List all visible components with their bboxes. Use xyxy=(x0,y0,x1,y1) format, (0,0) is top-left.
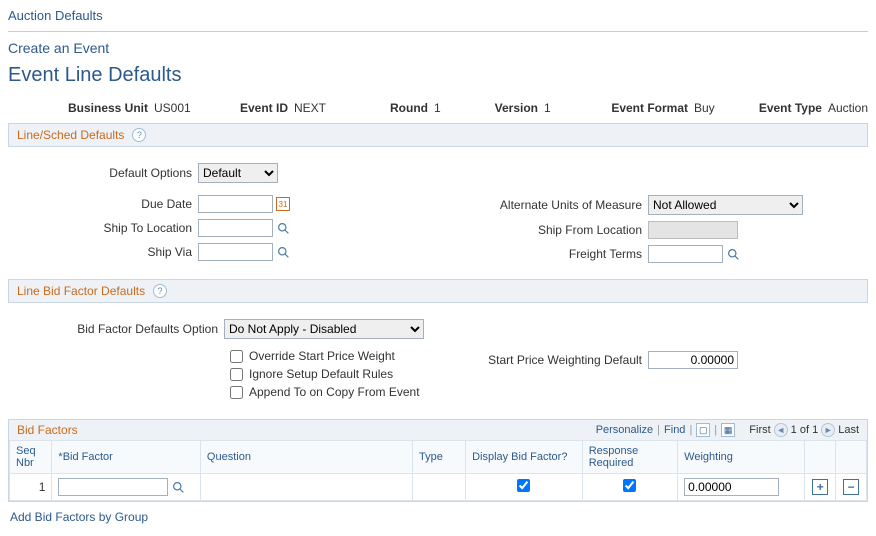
default-options-select[interactable]: Default xyxy=(198,163,278,183)
event-type-label: Event Type xyxy=(738,101,822,115)
alt-uom-label: Alternate Units of Measure xyxy=(438,198,648,212)
freight-terms-input[interactable] xyxy=(648,245,723,263)
line-sched-defaults-header: Line/Sched Defaults ? xyxy=(8,123,868,147)
display-bid-checkbox[interactable] xyxy=(517,479,530,492)
ignore-setup-checkbox[interactable] xyxy=(230,368,243,381)
grid-view-icon[interactable]: ▦ xyxy=(721,423,735,437)
col-add xyxy=(805,441,836,474)
lookup-icon[interactable] xyxy=(726,247,740,261)
round-label: Round xyxy=(348,101,428,115)
add-bid-factors-group-link[interactable]: Add Bid Factors by Group xyxy=(10,510,148,524)
freight-terms-label: Freight Terms xyxy=(438,247,648,261)
append-copy-label: Append To on Copy From Event xyxy=(249,385,420,399)
business-unit-value: US001 xyxy=(148,101,191,115)
start-price-weight-input xyxy=(648,351,738,369)
add-row-button[interactable]: + xyxy=(812,479,828,495)
personalize-link[interactable]: Personalize xyxy=(596,424,653,436)
help-icon[interactable]: ? xyxy=(132,128,146,142)
round-value: 1 xyxy=(428,101,441,115)
ship-from-label: Ship From Location xyxy=(438,223,648,237)
line-sched-defaults-title: Line/Sched Defaults xyxy=(17,128,124,142)
bid-factor-opt-label: Bid Factor Defaults Option xyxy=(14,322,224,336)
ship-to-input[interactable] xyxy=(198,219,273,237)
prev-button[interactable]: ◄ xyxy=(774,423,788,437)
col-display[interactable]: Display Bid Factor? xyxy=(466,441,583,474)
event-format-label: Event Format xyxy=(568,101,688,115)
divider xyxy=(8,31,868,32)
alt-uom-select[interactable]: Not Allowed xyxy=(648,195,803,215)
start-price-weight-label: Start Price Weighting Default xyxy=(438,353,648,367)
bid-factors-title: Bid Factors xyxy=(17,423,78,437)
event-format-value: Buy xyxy=(688,101,715,115)
bid-factors-grid: Bid Factors Personalize | Find | ▢ | ▦ F… xyxy=(8,419,868,502)
help-icon[interactable]: ? xyxy=(153,284,167,298)
weighting-input[interactable] xyxy=(684,478,779,496)
bid-factor-opt-select[interactable]: Do Not Apply - Disabled xyxy=(224,319,424,339)
bid-factor-input[interactable] xyxy=(58,478,168,496)
override-start-price-label: Override Start Price Weight xyxy=(249,349,395,363)
cell-question xyxy=(200,474,412,501)
zoom-icon[interactable]: ▢ xyxy=(696,423,710,437)
breadcrumb: Auction Defaults xyxy=(8,4,868,27)
version-label: Version xyxy=(458,101,538,115)
due-date-label: Due Date xyxy=(14,197,198,211)
ignore-setup-label: Ignore Setup Default Rules xyxy=(249,367,393,381)
response-required-checkbox[interactable] xyxy=(623,479,636,492)
col-question[interactable]: Question xyxy=(200,441,412,474)
lookup-icon[interactable] xyxy=(276,245,290,259)
lookup-icon[interactable] xyxy=(276,221,290,235)
event-type-value: Auction xyxy=(822,101,868,115)
cell-type xyxy=(413,474,466,501)
event-info-row: Business Unit US001 Event ID NEXT Round … xyxy=(8,97,868,123)
col-response[interactable]: Response Required xyxy=(582,441,677,474)
version-value: 1 xyxy=(538,101,551,115)
find-link[interactable]: Find xyxy=(664,424,685,436)
next-button[interactable]: ► xyxy=(821,423,835,437)
cell-seq: 1 xyxy=(10,474,52,501)
line-bid-factor-header: Line Bid Factor Defaults ? xyxy=(8,279,868,303)
ship-to-label: Ship To Location xyxy=(14,221,198,235)
page-title: Event Line Defaults xyxy=(8,62,868,97)
col-type[interactable]: Type xyxy=(413,441,466,474)
calendar-icon[interactable]: 31 xyxy=(276,197,290,211)
append-copy-checkbox[interactable] xyxy=(230,386,243,399)
override-start-price-checkbox[interactable] xyxy=(230,350,243,363)
col-delete xyxy=(836,441,867,474)
due-date-input[interactable] xyxy=(198,195,273,213)
default-options-label: Default Options xyxy=(14,166,198,180)
ship-from-readonly xyxy=(648,221,738,239)
col-weighting[interactable]: Weighting xyxy=(678,441,805,474)
col-seq[interactable]: Seq Nbr xyxy=(10,441,52,474)
business-unit-label: Business Unit xyxy=(8,101,148,115)
table-row: 1 + − xyxy=(10,474,867,501)
last-label: Last xyxy=(838,424,859,436)
grid-counter: 1 of 1 xyxy=(791,424,819,436)
first-label: First xyxy=(749,424,770,436)
lookup-icon[interactable] xyxy=(171,480,185,494)
col-bid-factor[interactable]: *Bid Factor xyxy=(52,441,200,474)
event-id-value: NEXT xyxy=(288,101,326,115)
ship-via-label: Ship Via xyxy=(14,245,198,259)
line-bid-factor-title: Line Bid Factor Defaults xyxy=(17,284,145,298)
create-event-link[interactable]: Create an Event xyxy=(8,40,109,56)
ship-via-input[interactable] xyxy=(198,243,273,261)
delete-row-button[interactable]: − xyxy=(843,479,859,495)
event-id-label: Event ID xyxy=(208,101,288,115)
